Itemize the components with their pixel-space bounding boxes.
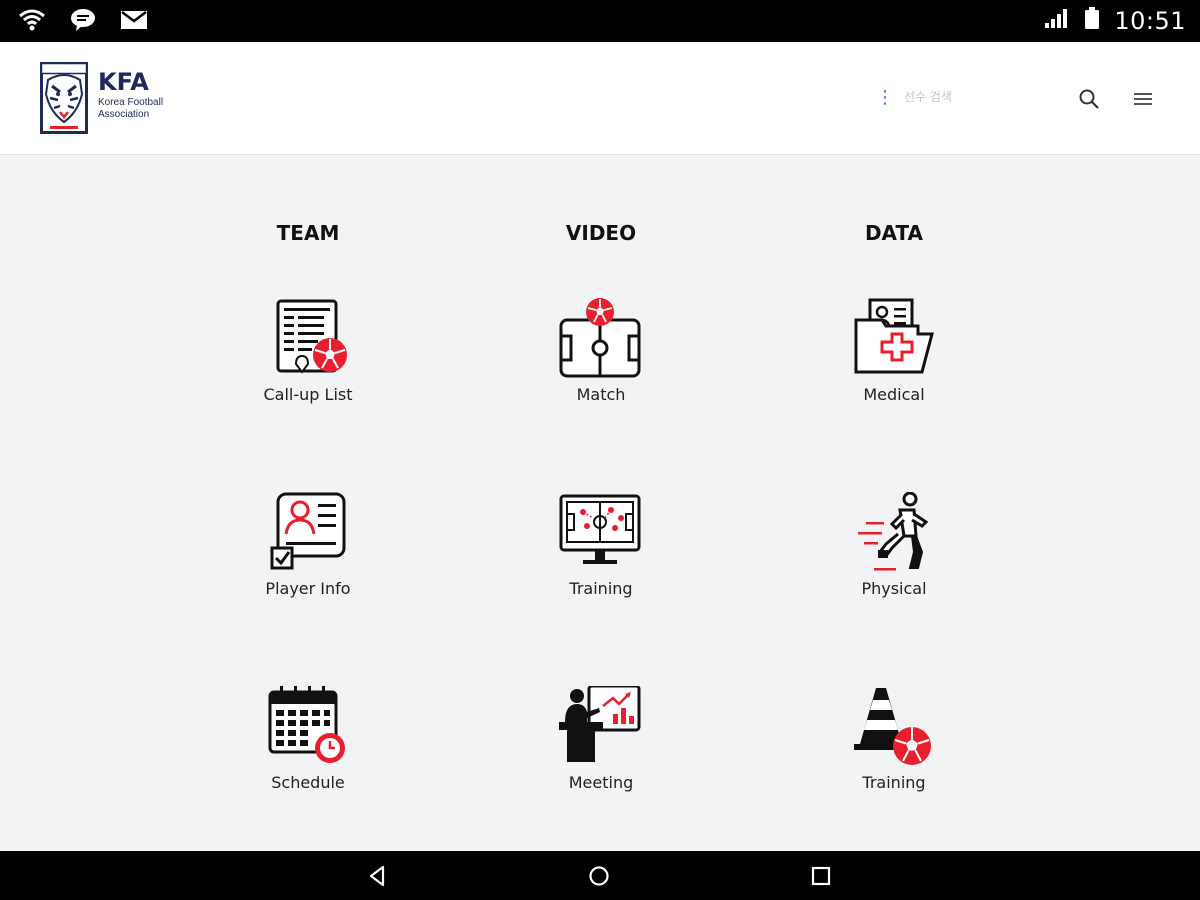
search-field-marker-icon: ⋮ [876, 87, 894, 107]
logo-abbr: KFA [98, 68, 149, 96]
tile-label: Training [862, 773, 926, 792]
tile-schedule[interactable]: Schedule [226, 686, 386, 826]
chat-icon [70, 8, 96, 37]
home-icon[interactable] [586, 863, 612, 889]
player-search-input[interactable] [904, 90, 1054, 104]
status-left-icons [18, 8, 148, 37]
tile-label: Call-up List [263, 385, 353, 404]
tile-meeting[interactable]: Meeting [519, 684, 679, 826]
tile-physical[interactable]: Physical [812, 491, 972, 632]
tile-label: Medical [863, 385, 925, 404]
status-bar: 10:51 [0, 0, 1200, 42]
kfa-logo[interactable]: KFA Korea Football Association [40, 62, 188, 139]
tile-video-training[interactable]: Training [519, 492, 679, 632]
tile-data-training[interactable]: Training [812, 686, 972, 826]
training-tactics-monitor-icon [559, 492, 643, 572]
meeting-presentation-icon [559, 684, 643, 766]
column-heading-team: TEAM [276, 221, 340, 245]
callup-list-icon [266, 298, 350, 378]
tile-callup-list[interactable]: Call-up List [226, 298, 386, 438]
tile-label: Schedule [271, 773, 345, 792]
tile-label: Match [576, 385, 626, 404]
search-icon[interactable] [1077, 87, 1101, 111]
back-icon[interactable] [365, 863, 391, 889]
logo-text: KFA Korea Football Association [98, 70, 188, 121]
logo-full-name: Korea Football Association [98, 97, 164, 120]
schedule-calendar-icon [266, 686, 350, 766]
training-cone-ball-icon [852, 686, 936, 766]
tile-label: Physical [861, 579, 927, 598]
mail-icon [120, 10, 148, 35]
tile-player-info[interactable]: Player Info [226, 492, 386, 632]
app-header: KFA Korea Football Association ⋮ [0, 42, 1200, 155]
column-heading-video: VIDEO [565, 221, 637, 245]
signal-icon [1044, 7, 1070, 34]
tile-label: Training [569, 579, 633, 598]
recents-icon[interactable] [808, 863, 834, 889]
wifi-icon [18, 9, 46, 36]
column-heading-data: DATA [864, 221, 924, 245]
kfa-tiger-crest-icon [40, 62, 88, 139]
system-nav-bar [0, 851, 1200, 900]
tile-label: Meeting [568, 773, 634, 792]
battery-icon [1084, 6, 1100, 35]
tile-match[interactable]: Match [519, 298, 679, 438]
tile-label: Player Info [265, 579, 351, 598]
status-time: 10:51 [1114, 6, 1186, 35]
status-right: 10:51 [1044, 6, 1186, 35]
physical-runner-icon [852, 491, 936, 572]
match-field-icon [559, 298, 643, 378]
medical-folder-icon [852, 298, 936, 378]
hamburger-menu-icon[interactable] [1131, 89, 1155, 109]
tile-medical[interactable]: Medical [812, 298, 972, 438]
player-info-icon [266, 492, 350, 572]
player-search: ⋮ [876, 87, 1054, 107]
